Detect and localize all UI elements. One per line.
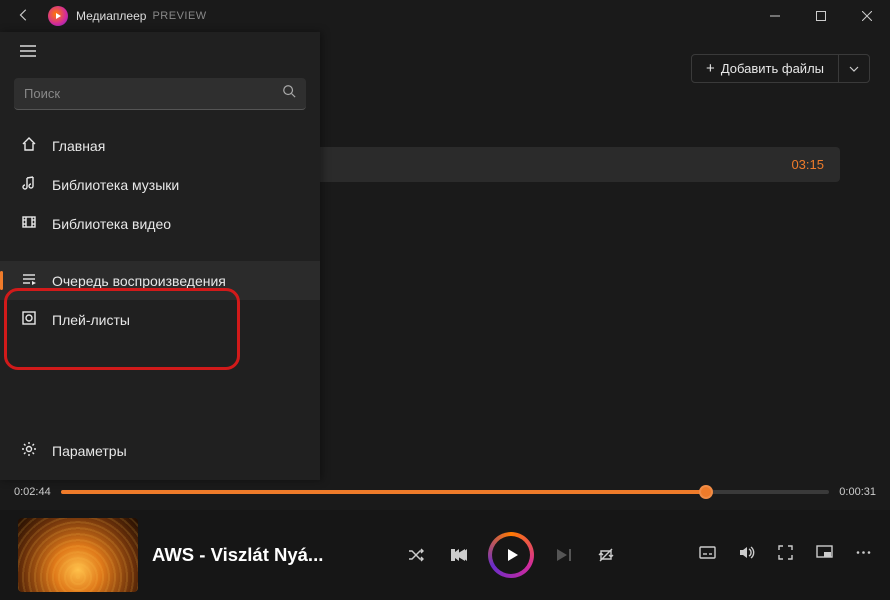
main-area: оспроизве... + Добавить файлы как список… [0, 32, 890, 480]
gear-icon [20, 441, 38, 460]
film-icon [20, 214, 38, 233]
app-logo-icon [48, 6, 68, 26]
search-input[interactable] [24, 86, 282, 101]
progress-bar-row: 0:02:44 0:00:31 [14, 486, 876, 498]
sidebar: Главная Библиотека музыки Библиотека вид… [0, 32, 320, 480]
now-playing-thumbnail[interactable] [18, 518, 138, 592]
volume-button[interactable] [738, 544, 755, 566]
titlebar: Медиаплеер PREVIEW [0, 0, 890, 32]
sidebar-item-label: Главная [52, 138, 105, 154]
add-files-label: Добавить файлы [721, 61, 824, 76]
sidebar-item-playlists[interactable]: Плей-листы [0, 300, 320, 339]
previous-button[interactable] [446, 543, 470, 567]
shuffle-button[interactable] [404, 543, 428, 567]
sidebar-item-label: Параметры [52, 443, 127, 459]
repeat-button[interactable] [594, 543, 618, 567]
sidebar-item-play-queue[interactable]: Очередь воспроизведения [0, 261, 320, 300]
seek-bar[interactable] [61, 490, 830, 494]
right-controls [699, 544, 872, 566]
now-playing-title: AWS - Viszlát Nyá... [152, 544, 323, 566]
seek-knob[interactable] [699, 485, 713, 499]
minimize-button[interactable] [752, 0, 798, 32]
plus-icon: + [706, 61, 715, 76]
nav-list: Главная Библиотека музыки Библиотека вид… [0, 122, 320, 431]
sidebar-item-label: Плей-листы [52, 312, 130, 328]
sidebar-item-label: Очередь воспроизведения [52, 273, 226, 289]
home-icon [20, 136, 38, 155]
mini-player-button[interactable] [816, 544, 833, 566]
close-button[interactable] [844, 0, 890, 32]
sidebar-item-video-library[interactable]: Библиотека видео [0, 204, 320, 243]
track-duration: 03:15 [791, 157, 824, 172]
sidebar-item-label: Библиотека видео [52, 216, 171, 232]
time-elapsed: 0:02:44 [14, 486, 51, 498]
music-note-icon [20, 175, 38, 194]
time-remaining: 0:00:31 [839, 486, 876, 498]
search-icon [282, 84, 296, 103]
playback-controls [337, 532, 685, 578]
preview-tag: PREVIEW [152, 10, 206, 22]
app-name: Медиаплеер [76, 9, 146, 23]
queue-icon [20, 271, 38, 290]
fullscreen-button[interactable] [777, 544, 794, 566]
sidebar-item-label: Библиотека музыки [52, 177, 179, 193]
player-bar: AWS - Viszlát Nyá... [0, 510, 890, 600]
sidebar-item-home[interactable]: Главная [0, 126, 320, 165]
add-files-split-button: + Добавить файлы [691, 54, 870, 83]
sidebar-item-music-library[interactable]: Библиотека музыки [0, 165, 320, 204]
search-box[interactable] [14, 78, 306, 110]
add-files-dropdown[interactable] [838, 55, 869, 82]
play-button[interactable] [488, 532, 534, 578]
add-files-button[interactable]: + Добавить файлы [692, 55, 838, 82]
playlist-icon [20, 310, 38, 329]
sidebar-item-settings[interactable]: Параметры [0, 431, 320, 470]
hamburger-button[interactable] [0, 32, 320, 72]
back-button[interactable] [8, 8, 40, 25]
seek-fill [61, 490, 707, 494]
more-button[interactable] [855, 544, 872, 566]
maximize-button[interactable] [798, 0, 844, 32]
next-button[interactable] [552, 543, 576, 567]
subtitles-button[interactable] [699, 544, 716, 566]
